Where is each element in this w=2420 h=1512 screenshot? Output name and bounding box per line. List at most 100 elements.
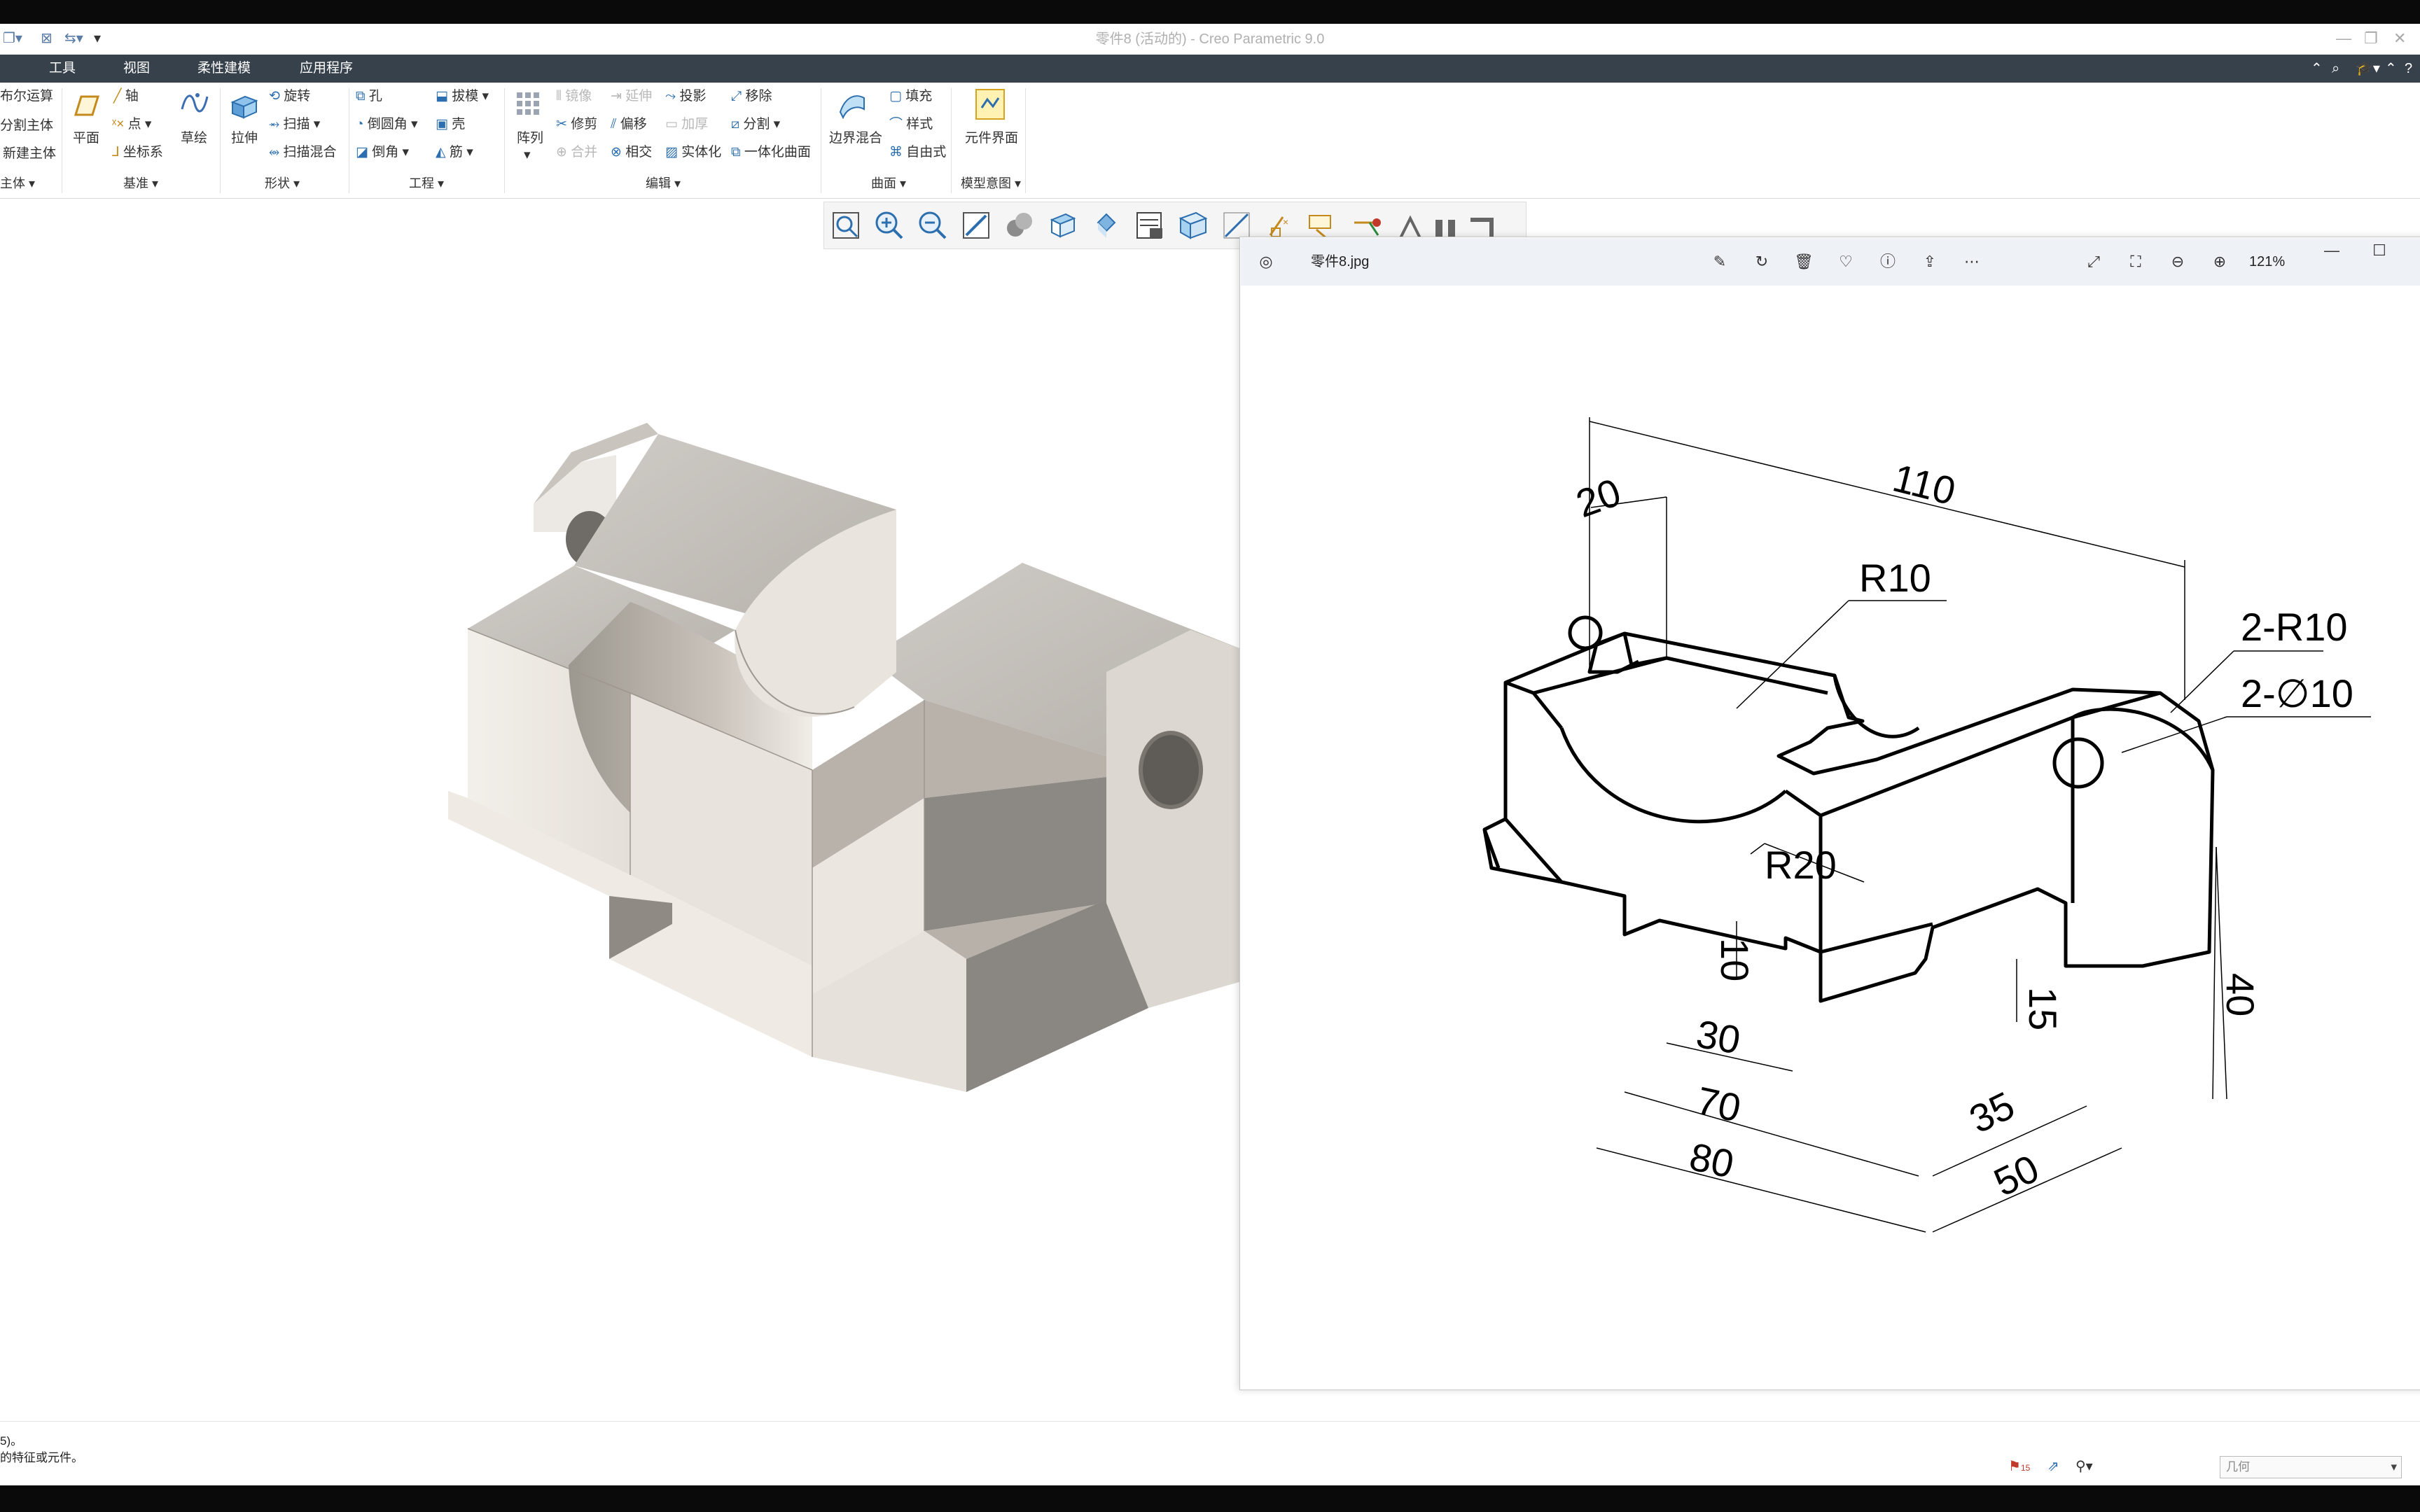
info-icon[interactable]: ⓘ	[1875, 249, 1900, 274]
find-icon[interactable]: ⚲▾	[2075, 1457, 2093, 1475]
mirror-button[interactable]: ⫴ 镜像	[556, 88, 592, 105]
component-interface-icon[interactable]	[973, 87, 1007, 122]
group-label-model-intent[interactable]: 模型意图 ▾	[961, 174, 1021, 192]
shell-label: 壳	[452, 117, 466, 132]
search-icon[interactable]: ⌕	[2332, 55, 2339, 83]
offset-button[interactable]: ⫽ 偏移	[611, 116, 647, 133]
selection-filter-icon[interactable]: ⇗	[2047, 1457, 2059, 1475]
rib-button[interactable]: ◭ 筋 ▾	[436, 144, 473, 161]
tab-tools[interactable]: 工具	[49, 55, 76, 83]
boolean-button[interactable]: 布尔运算	[0, 88, 53, 105]
fill-button[interactable]: ▢ 填充	[889, 88, 932, 105]
favorite-icon[interactable]: ♡	[1833, 249, 1858, 274]
edit-image-icon[interactable]: ✎	[1707, 249, 1732, 274]
csys-button[interactable]: ⅃ 坐标系	[112, 144, 163, 161]
group-label-engineering[interactable]: 工程 ▾	[409, 174, 444, 192]
rib-label: 筋	[449, 145, 463, 160]
annotation-display-icon[interactable]	[1132, 207, 1168, 244]
zoom-level[interactable]: 121%	[2249, 249, 2285, 274]
saved-orientations-icon[interactable]	[1045, 207, 1081, 244]
tab-applications[interactable]: 应用程序	[300, 55, 353, 83]
customize-icon[interactable]: ▾	[94, 28, 101, 49]
view-manager-icon[interactable]	[1088, 207, 1125, 244]
hole-button[interactable]: ⧉ 孔	[356, 88, 382, 105]
group-label-body[interactable]: 主体 ▾	[0, 174, 35, 192]
learning-icon[interactable]: 🎓▾	[2356, 55, 2380, 83]
tab-view[interactable]: 视图	[123, 55, 150, 83]
pattern-label[interactable]: 阵列	[517, 130, 543, 147]
display-style-icon[interactable]	[1001, 207, 1038, 244]
chamfer-button[interactable]: ◪ 倒角 ▾	[356, 144, 409, 161]
tab-flexible-modeling[interactable]: 柔性建模	[197, 55, 251, 83]
style-button[interactable]: ⌒ 样式	[889, 116, 933, 133]
round-button[interactable]: ◔ 倒圆角 ▾	[356, 116, 418, 133]
extrude-icon[interactable]	[228, 88, 260, 120]
fit-window-icon[interactable]: ⛶	[2123, 249, 2148, 274]
repaint-icon[interactable]	[958, 207, 994, 244]
freestyle-button[interactable]: ⌘ 自由式	[889, 144, 946, 161]
minimize-ribbon-icon[interactable]: ⌃	[2385, 55, 2397, 83]
pattern-dropdown[interactable]: ▾	[524, 147, 531, 164]
group-label-shapes[interactable]: 形状 ▾	[265, 174, 300, 192]
fullscreen-icon[interactable]: ⤢	[2081, 249, 2106, 274]
point-button[interactable]: ˣ× 点 ▾	[112, 116, 151, 133]
shell-button[interactable]: ▣ 壳	[436, 116, 465, 133]
revolve-button[interactable]: ⟲ 旋转	[269, 88, 310, 105]
refit-icon[interactable]	[828, 207, 864, 244]
close-window-icon[interactable]: ⊠	[41, 28, 53, 49]
thicken-button[interactable]: ▭ 加厚	[665, 116, 708, 133]
sketch-label[interactable]: 草绘	[181, 130, 207, 147]
new-body-button[interactable]: 新建主体	[3, 146, 56, 162]
intersect-button[interactable]: ⊗ 相交	[611, 144, 652, 161]
boundary-blend-label[interactable]: 边界混合	[829, 130, 882, 147]
draft-label: 拔模	[452, 89, 479, 104]
plane-label[interactable]: 平面	[73, 130, 99, 147]
merge-button[interactable]: ⊕ 合并	[556, 144, 597, 161]
group-label-editing[interactable]: 编辑 ▾	[646, 174, 681, 192]
unify-surface-button[interactable]: ⧉ 一体化曲面	[731, 144, 811, 161]
swept-blend-label: 扫描混合	[283, 145, 337, 160]
axis-button[interactable]: ╱ 轴	[113, 88, 139, 105]
plane-icon[interactable]	[70, 90, 102, 122]
group-label-surfaces[interactable]: 曲面 ▾	[871, 174, 906, 192]
component-interface-label[interactable]: 元件界面	[965, 130, 1018, 147]
share-icon[interactable]: ⇪	[1917, 249, 1942, 274]
viewer-minimize-button[interactable]: —	[2319, 238, 2344, 263]
remove-button[interactable]: ⤢ 移除	[731, 88, 772, 105]
perspective-icon[interactable]	[1175, 207, 1211, 244]
minimize-button[interactable]: —	[2336, 27, 2351, 50]
rotate-icon[interactable]: ↻	[1749, 249, 1774, 274]
split-button[interactable]: ⧄ 分割 ▾	[731, 116, 780, 133]
tab-partial[interactable]: ​	[0, 55, 6, 83]
trim-label: 修剪	[571, 117, 598, 132]
sketch-icon[interactable]	[178, 88, 210, 120]
window-icon[interactable]: ❐▾	[3, 28, 22, 49]
zoom-out-icon[interactable]	[915, 207, 951, 244]
extrude-label[interactable]: 拉伸	[231, 130, 258, 147]
draft-button[interactable]: ⬓ 拔模 ▾	[436, 88, 489, 105]
trim-button[interactable]: ✂ 修剪	[556, 116, 597, 133]
zoom-in-icon[interactable]	[871, 207, 908, 244]
regenerate-icon[interactable]: ⇆▾	[64, 28, 83, 49]
delete-icon[interactable]: 🗑	[1791, 249, 1816, 274]
restore-button[interactable]: ❐	[2364, 27, 2378, 50]
split-body-button[interactable]: 分割主体	[0, 118, 53, 134]
viewer-zoom-in-icon[interactable]: ⊕	[2207, 249, 2232, 274]
3d-model[interactable]	[0, 199, 1246, 1421]
viewer-maximize-button[interactable]: ☐	[2367, 238, 2392, 263]
collapse-ribbon-icon[interactable]: ⌃	[2311, 55, 2323, 83]
group-label-datum[interactable]: 基准 ▾	[123, 174, 158, 192]
solidify-button[interactable]: ▨ 实体化	[665, 144, 721, 161]
selection-filter-dropdown[interactable]: 几何 ▾	[2220, 1456, 2402, 1478]
regen-flag-icon[interactable]: ⚑15	[2008, 1457, 2030, 1475]
viewer-zoom-out-icon[interactable]: ⊖	[2165, 249, 2190, 274]
project-button[interactable]: ⤳ 投影	[665, 88, 707, 105]
swept-blend-button[interactable]: ⥈ 扫描混合	[269, 144, 337, 161]
help-icon[interactable]: ?	[2405, 55, 2412, 83]
pattern-icon[interactable]	[513, 88, 543, 120]
close-button[interactable]: ✕	[2393, 27, 2406, 50]
boundary-blend-icon[interactable]	[836, 88, 868, 120]
sweep-button[interactable]: ⥇ 扫描 ▾	[269, 116, 320, 133]
more-options-icon[interactable]: ⋯	[1959, 249, 1984, 274]
extend-button[interactable]: ⇥ 延伸	[611, 88, 652, 105]
